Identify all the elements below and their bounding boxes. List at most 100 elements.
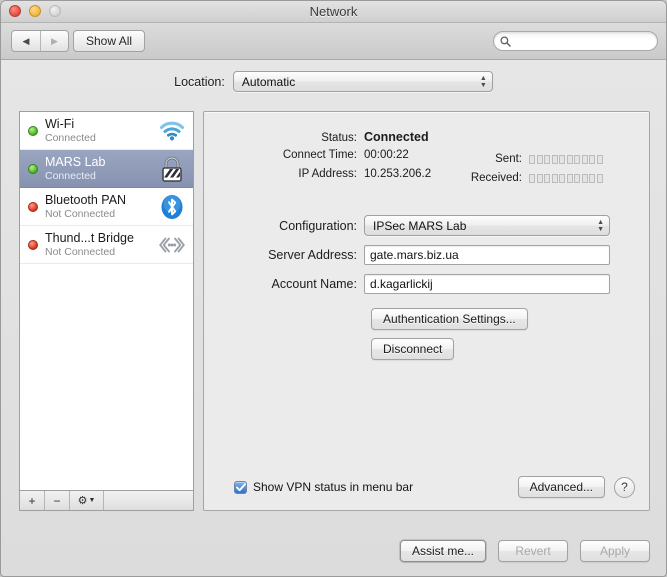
- info-value: Connected: [364, 130, 429, 144]
- back-button[interactable]: ◀: [12, 31, 40, 51]
- remove-interface-button[interactable]: −: [45, 491, 70, 510]
- interface-list[interactable]: Wi-Fi Connected MARS Lab Connected Bluetoo…: [19, 111, 194, 490]
- interface-text: MARS Lab Connected: [45, 155, 157, 183]
- status-indicator-green: [28, 125, 38, 136]
- apply-button[interactable]: Apply: [580, 540, 650, 562]
- location-selected-value: Automatic: [241, 74, 296, 89]
- meter-received: [529, 174, 603, 183]
- sidebar-toolbar-filler: [104, 491, 193, 510]
- search-field[interactable]: [493, 31, 658, 51]
- location-label: Location:: [174, 74, 225, 89]
- authentication-settings-button[interactable]: Authentication Settings...: [371, 308, 528, 330]
- chevron-down-icon: ▼: [88, 497, 96, 504]
- navigation-buttons: ◀ ▶: [11, 30, 69, 52]
- meter-segment: [551, 174, 558, 183]
- connection-detail-panel: Status: Connected Connect Time: 00:00:22 IP …: [203, 111, 650, 511]
- meter-segment: [536, 174, 543, 183]
- interface-status: Not Connected: [45, 245, 116, 258]
- interface-row-bluetooth-pan[interactable]: Bluetooth PAN Not Connected: [20, 188, 193, 226]
- meter-segment: [529, 174, 535, 183]
- title-bar: Network: [1, 1, 666, 23]
- meter-segment: [596, 174, 603, 183]
- zoom-button: [49, 5, 61, 17]
- interface-name: Wi-Fi: [45, 116, 75, 131]
- network-preferences-window: Network ◀ ▶ Show All Location: Automatic…: [0, 0, 667, 577]
- interface-status: Not Connected: [45, 207, 116, 220]
- bluetooth-icon: [157, 192, 187, 222]
- show-vpn-status-label: Show VPN status in menu bar: [253, 480, 414, 494]
- help-button[interactable]: ?: [614, 476, 635, 498]
- interface-name: Bluetooth PAN: [45, 192, 127, 207]
- window-title: Network: [309, 4, 358, 19]
- checkmark-icon: [235, 482, 246, 491]
- meter-segment: [559, 174, 565, 183]
- show-vpn-status-checkbox-wrap[interactable]: Show VPN status in menu bar: [234, 480, 413, 494]
- window-controls: [9, 5, 61, 17]
- meter-segment: [544, 155, 550, 164]
- meter-segment: [536, 155, 543, 164]
- interface-text: Thund...t Bridge Not Connected: [45, 231, 157, 259]
- account-name-label: Account Name:: [271, 277, 357, 291]
- meter-segment: [574, 174, 580, 183]
- interface-actions-menu[interactable]: ⚙ ▼: [70, 491, 104, 510]
- interface-row-thund-t-bridge[interactable]: Thund...t Bridge Not Connected: [20, 226, 193, 264]
- interface-status: Connected: [45, 131, 96, 144]
- meter-segment: [581, 174, 588, 183]
- add-interface-button[interactable]: +: [20, 491, 45, 510]
- disconnect-button[interactable]: Disconnect: [371, 338, 455, 360]
- info-label: IP Address:: [298, 168, 357, 180]
- meter-segment: [559, 155, 565, 164]
- configuration-dropdown[interactable]: IPSec MARS Lab ▲ ▼: [364, 215, 610, 236]
- info-row-status: Status: Connected: [204, 130, 649, 149]
- status-indicator-red: [28, 201, 38, 212]
- panel-bottom-row: Show VPN status in menu bar Advanced... …: [204, 476, 649, 498]
- vpn-form: Configuration: IPSec MARS Lab ▲ ▼ Server …: [204, 215, 649, 303]
- meter-segment: [589, 155, 595, 164]
- advanced-button[interactable]: Advanced...: [517, 476, 605, 498]
- sidebar-toolbar: + − ⚙ ▼: [19, 490, 194, 511]
- meter-segment: [551, 155, 558, 164]
- info-value: 00:00:22: [364, 149, 409, 161]
- interface-status: Connected: [45, 169, 96, 182]
- meter-segment: [574, 155, 580, 164]
- info-label: Status:: [321, 132, 357, 144]
- chevron-updown-icon: ▲ ▼: [479, 74, 487, 89]
- gear-icon: ⚙: [77, 495, 88, 507]
- interface-text: Bluetooth PAN Not Connected: [45, 193, 157, 221]
- vpn-lock-icon: [157, 154, 187, 184]
- meter-segment: [566, 174, 573, 183]
- interface-name: MARS Lab: [45, 154, 106, 169]
- server-address-row: Server Address:: [204, 245, 649, 265]
- interface-text: Wi-Fi Connected: [45, 117, 157, 145]
- meter-sent: [529, 155, 603, 164]
- configuration-row: Configuration: IPSec MARS Lab ▲ ▼: [204, 215, 649, 236]
- status-indicator-green: [28, 163, 38, 174]
- revert-button[interactable]: Revert: [498, 540, 568, 562]
- close-button[interactable]: [9, 5, 21, 17]
- server-address-input[interactable]: [364, 245, 610, 265]
- interface-row-mars-lab[interactable]: MARS Lab Connected: [20, 150, 193, 188]
- meter-label-sent: Sent:: [495, 153, 522, 165]
- minimize-button[interactable]: [29, 5, 41, 17]
- wifi-icon: [157, 116, 187, 146]
- search-input[interactable]: [515, 35, 645, 47]
- meter-segment: [544, 174, 550, 183]
- chevron-updown-icon: ▲ ▼: [597, 218, 604, 233]
- location-dropdown[interactable]: Automatic ▲ ▼: [232, 71, 493, 92]
- toolbar: ◀ ▶ Show All: [1, 23, 666, 60]
- configuration-label: Configuration:: [279, 218, 357, 233]
- forward-button[interactable]: ▶: [40, 31, 68, 51]
- location-row: Location: Automatic ▲ ▼: [1, 71, 666, 92]
- interface-sidebar: Wi-Fi Connected MARS Lab Connected Bluetoo…: [19, 111, 194, 511]
- assist-me-button[interactable]: Assist me...: [399, 540, 486, 562]
- info-label: Connect Time:: [282, 149, 357, 161]
- configuration-selected-value: IPSec MARS Lab: [373, 218, 467, 233]
- show-all-button[interactable]: Show All: [73, 30, 146, 52]
- meter-segment: [529, 155, 535, 164]
- meter-segment: [566, 155, 573, 164]
- show-vpn-status-checkbox[interactable]: [234, 480, 247, 494]
- meter-segment: [596, 155, 603, 164]
- account-name-input[interactable]: [364, 274, 610, 294]
- interface-row-wi-fi[interactable]: Wi-Fi Connected: [20, 112, 193, 150]
- search-icon: [500, 35, 511, 47]
